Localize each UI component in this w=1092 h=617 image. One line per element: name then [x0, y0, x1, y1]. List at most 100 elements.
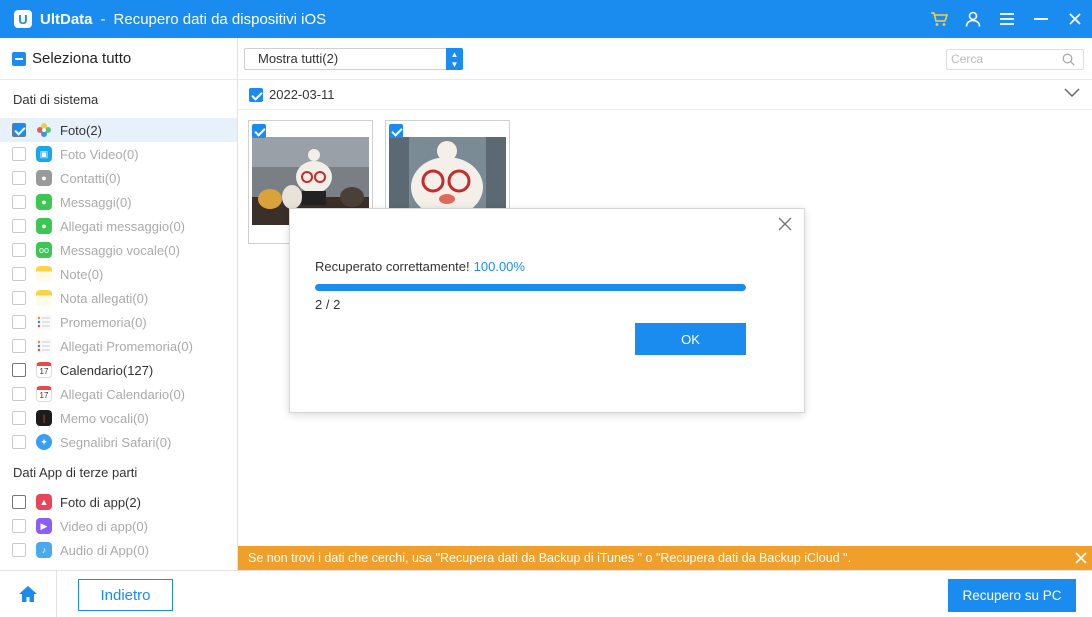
search-icon[interactable] [1062, 53, 1075, 66]
sidebar-item-label: Note(0) [60, 266, 104, 282]
contacts-icon: ● [36, 170, 52, 186]
cart-icon[interactable] [922, 0, 956, 38]
checkbox[interactable] [12, 363, 26, 377]
progress-bar [315, 284, 746, 291]
photos-icon [36, 122, 52, 138]
filter-select-value: Mostra tutti(2) [258, 51, 339, 66]
close-icon[interactable] [1058, 0, 1092, 38]
checkbox[interactable] [12, 411, 26, 425]
checkbox[interactable] [12, 291, 26, 305]
window-subtitle: Recupero dati da dispositivi iOS [113, 10, 327, 28]
sidebar-item-label: Messaggio vocale(0) [60, 242, 180, 258]
progress-fill [315, 284, 746, 291]
safari-icon: ✦ [36, 434, 52, 450]
system-data-heading: Dati di sistema [13, 91, 99, 107]
messages-icon: ● [36, 194, 52, 210]
sidebar-item-messaggio-vocale[interactable]: oo Messaggio vocale(0) [0, 238, 237, 262]
select-arrows-icon[interactable]: ▲ ▼ [446, 48, 463, 70]
sidebar-item-allegati-promemoria[interactable]: Allegati Promemoria(0) [0, 334, 237, 358]
info-banner: Se non trovi i dati che cerchi, usa "Rec… [238, 546, 1092, 570]
checkbox[interactable] [12, 123, 26, 137]
sidebar-item-label: Foto di app(2) [60, 494, 141, 510]
dialog-count: 2 / 2 [315, 297, 341, 312]
sidebar-item-label: Allegati messaggio(0) [60, 218, 186, 234]
sidebar-item-video-di-app[interactable]: ▶ Video di app(0) [0, 514, 237, 538]
reminders-attachments-icon [36, 338, 52, 354]
sidebar-item-foto-video[interactable]: ▣ Foto Video(0) [0, 142, 237, 166]
sidebar-item-promemoria[interactable]: Promemoria(0) [0, 310, 237, 334]
checkbox[interactable] [12, 315, 26, 329]
sidebar-item-segnalibri-safari[interactable]: ✦ Segnalibri Safari(0) [0, 430, 237, 454]
date-group-checkbox[interactable] [249, 87, 263, 102]
calendar-icon: 17 [36, 362, 52, 378]
calendar-attachments-icon: 17 [36, 386, 52, 402]
notes-attachments-icon [36, 290, 52, 306]
sidebar-item-label: Segnalibri Safari(0) [60, 434, 172, 450]
notes-icon [36, 266, 52, 282]
dialog-message: Recuperato correttamente! 100.00% [315, 259, 525, 274]
chevron-down-icon[interactable] [1064, 88, 1080, 98]
date-group-header: 2022-03-11 [238, 80, 1092, 110]
checkbox[interactable] [12, 219, 26, 233]
banner-close-icon[interactable] [1072, 546, 1090, 570]
toolbar: Mostra tutti(2) ▲ ▼ Cerca [238, 38, 1092, 80]
checkbox[interactable] [12, 387, 26, 401]
title-bar: U UltData - Recupero dati da dispositivi… [0, 0, 1092, 38]
home-button[interactable] [0, 571, 57, 617]
sidebar-item-note[interactable]: Note(0) [0, 262, 237, 286]
sidebar: Seleziona tutto Dati di sistema Foto(2) … [0, 38, 238, 570]
photo-checkbox[interactable] [389, 124, 403, 138]
checkbox[interactable] [12, 543, 26, 557]
sidebar-item-contatti[interactable]: ● Contatti(0) [0, 166, 237, 190]
checkbox[interactable] [12, 243, 26, 257]
sidebar-item-label: Memo vocali(0) [60, 410, 149, 426]
dialog-close-icon[interactable] [776, 215, 794, 233]
footer-bar: Indietro Recupero su PC [0, 570, 1092, 617]
recovery-complete-dialog: Recuperato correttamente! 100.00% 2 / 2 O… [289, 208, 805, 413]
photo-video-icon: ▣ [36, 146, 52, 162]
sidebar-item-label: Allegati Promemoria(0) [60, 338, 193, 354]
menu-icon[interactable] [990, 0, 1024, 38]
sidebar-item-memo-vocali[interactable]: | Memo vocali(0) [0, 406, 237, 430]
checkbox[interactable] [12, 195, 26, 209]
checkbox[interactable] [12, 171, 26, 185]
sidebar-item-nota-allegati[interactable]: Nota allegati(0) [0, 286, 237, 310]
app-video-icon: ▶ [36, 518, 52, 534]
voice-memos-icon: | [36, 410, 52, 426]
select-all-checkbox[interactable] [12, 51, 26, 66]
checkbox[interactable] [12, 267, 26, 281]
recover-to-pc-button[interactable]: Recupero su PC [948, 579, 1076, 612]
search-input[interactable]: Cerca [946, 49, 1084, 70]
photo-checkbox[interactable] [252, 124, 266, 138]
sidebar-item-label: Contatti(0) [60, 170, 121, 186]
sidebar-item-foto-di-app[interactable]: ▲ Foto di app(2) [0, 490, 237, 514]
user-icon[interactable] [956, 0, 990, 38]
minimize-icon[interactable] [1024, 0, 1058, 38]
reminders-icon [36, 314, 52, 330]
checkbox[interactable] [12, 435, 26, 449]
select-all-toggle[interactable]: Seleziona tutto [0, 38, 237, 80]
sidebar-item-calendario[interactable]: 17 Calendario(127) [0, 358, 237, 382]
back-button[interactable]: Indietro [78, 579, 173, 611]
sidebar-item-allegati-calendario[interactable]: 17 Allegati Calendario(0) [0, 382, 237, 406]
message-attachments-icon: ● [36, 218, 52, 234]
info-banner-text: Se non trovi i dati che cerchi, usa "Rec… [248, 551, 852, 565]
sidebar-item-label: Promemoria(0) [60, 314, 147, 330]
date-group-label: 2022-03-11 [269, 87, 335, 102]
ok-button[interactable]: OK [635, 323, 746, 355]
sidebar-item-foto[interactable]: Foto(2) [0, 118, 237, 142]
home-icon [19, 586, 37, 602]
sidebar-item-label: Allegati Calendario(0) [60, 386, 186, 402]
sidebar-item-allegati-messaggio[interactable]: ● Allegati messaggio(0) [0, 214, 237, 238]
sidebar-item-label: Calendario(127) [60, 362, 154, 378]
third-party-heading: Dati App di terze parti [13, 464, 138, 480]
checkbox[interactable] [12, 495, 26, 509]
checkbox[interactable] [12, 147, 26, 161]
sidebar-item-audio-di-app[interactable]: ♪ Audio di App(0) [0, 538, 237, 562]
filter-select[interactable]: Mostra tutti(2) ▲ ▼ [244, 48, 463, 70]
sidebar-item-label: Foto(2) [60, 122, 102, 138]
checkbox[interactable] [12, 519, 26, 533]
checkbox[interactable] [12, 339, 26, 353]
sidebar-item-messaggi[interactable]: ● Messaggi(0) [0, 190, 237, 214]
sidebar-item-label: Video di app(0) [60, 518, 148, 534]
